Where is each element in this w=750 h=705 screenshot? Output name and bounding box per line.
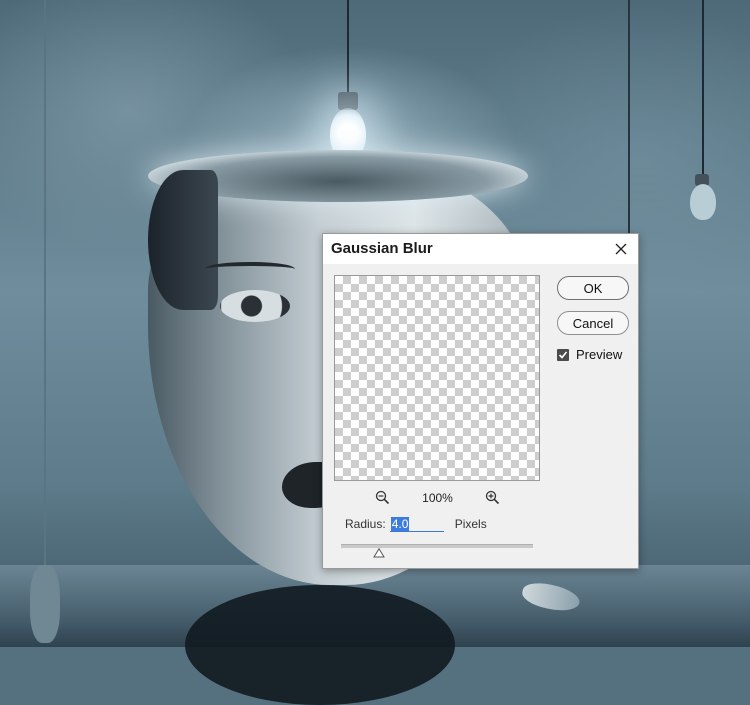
radius-input[interactable]: 4.0 <box>389 516 444 532</box>
preview-checkbox[interactable] <box>557 348 569 361</box>
hair <box>148 170 218 310</box>
zoom-in-icon <box>485 490 500 505</box>
zoom-level: 100% <box>422 491 453 505</box>
radius-slider-track[interactable] <box>341 544 533 548</box>
zoom-in-button[interactable] <box>485 490 500 510</box>
eye <box>220 290 290 322</box>
radius-value[interactable]: 4.0 <box>390 517 410 531</box>
preview-toggle[interactable]: Preview <box>557 347 622 362</box>
dialog-title: Gaussian Blur <box>331 240 433 257</box>
radius-unit: Pixels <box>454 517 487 531</box>
ok-button[interactable]: OK <box>557 276 629 300</box>
cancel-button[interactable]: Cancel <box>557 311 629 335</box>
hanging-bulb <box>690 184 716 220</box>
preview-label: Preview <box>576 347 623 362</box>
hanging-cord <box>702 0 704 178</box>
dialog-titlebar[interactable]: Gaussian Blur <box>323 234 638 264</box>
eyebrow <box>205 262 295 276</box>
floor-shadow <box>185 585 455 705</box>
radius-label: Radius: <box>345 517 386 531</box>
check-icon <box>558 350 568 359</box>
gaussian-blur-dialog: Gaussian Blur OK Cancel Preview 100% Rad… <box>322 233 639 569</box>
hanging-cord <box>628 0 630 240</box>
close-button[interactable] <box>610 238 632 260</box>
hanging-bulb <box>30 565 60 643</box>
hanging-cord <box>347 0 349 95</box>
blur-preview-pane[interactable] <box>334 275 540 481</box>
close-icon <box>615 243 627 255</box>
hanging-cord <box>44 0 46 570</box>
zoom-controls: 100% <box>375 489 500 507</box>
radius-row: Radius: 4.0 Pixels <box>345 516 487 532</box>
radius-slider-thumb[interactable] <box>373 548 386 558</box>
